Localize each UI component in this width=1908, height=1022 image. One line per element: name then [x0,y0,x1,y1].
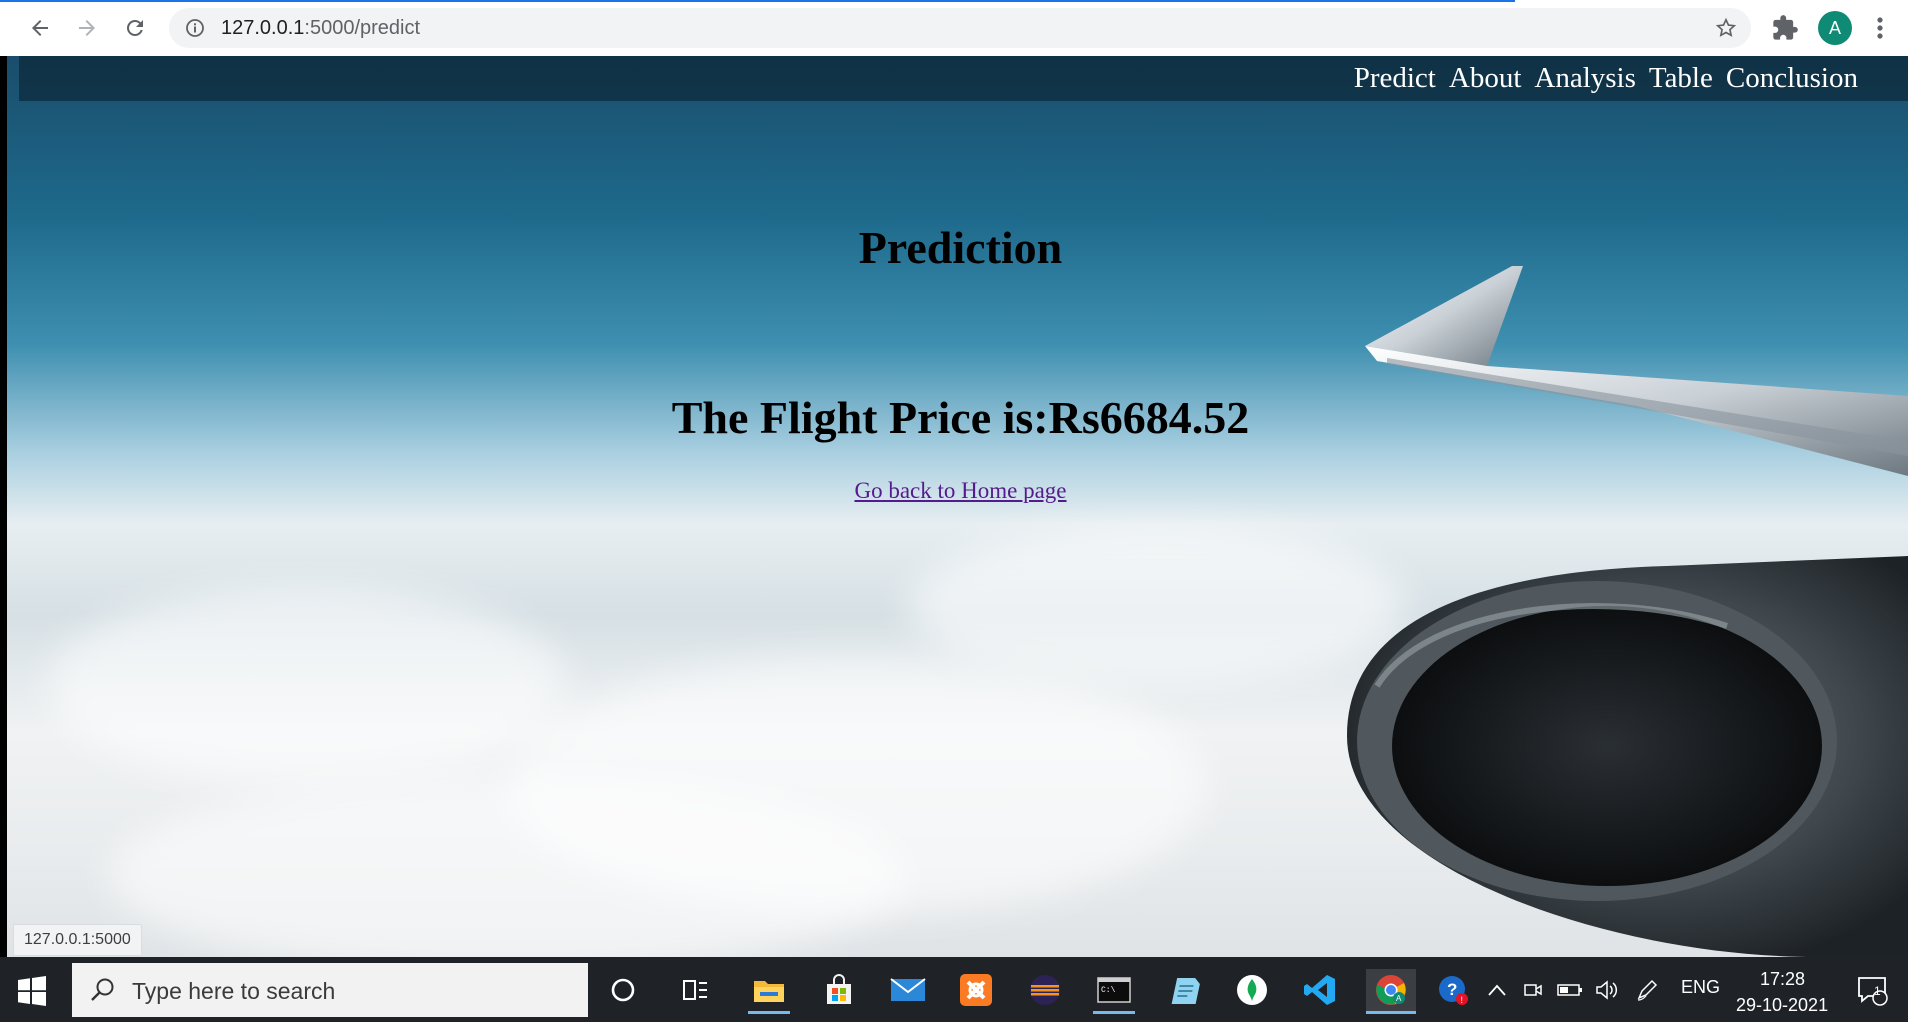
clock-time[interactable]: 17:28 [1760,969,1805,990]
svg-text:?: ? [1447,980,1457,999]
predicted-price: The Flight Price is:Rs6684.52 [671,392,1250,443]
page-load-progress [0,0,1515,2]
url-host: 127.0.0.1 [221,17,305,39]
chrome-icon[interactable]: A [1366,969,1416,1014]
windows-start-icon[interactable] [16,975,48,1007]
nav-link-conclusion[interactable]: Conclusion [1726,62,1858,95]
page-viewport: Predict About Analysis Table Conclusion … [7,56,1908,957]
store-icon[interactable] [818,969,860,1011]
language-indicator[interactable]: ENG [1681,977,1720,998]
eclipse-icon[interactable] [1024,969,1066,1011]
meet-now-icon[interactable] [1520,969,1546,1011]
xampp-icon[interactable] [955,969,997,1011]
cloud-decoration [47,586,567,786]
svg-text:A: A [1396,994,1402,1003]
svg-text:C:\: C:\ [1101,986,1116,995]
nav-link-table[interactable]: Table [1649,62,1713,95]
file-explorer-icon[interactable] [748,969,790,1014]
aircraft-wing-image [1347,266,1908,957]
profile-avatar[interactable]: A [1818,11,1852,45]
info-icon[interactable] [185,18,205,38]
url-text[interactable]: 127.0.0.1:5000/predict [221,17,420,40]
arrow-left-icon [32,20,48,36]
nav-link-about[interactable]: About [1449,62,1522,95]
extensions-puzzle-icon[interactable] [1771,14,1799,42]
chevron-up-icon[interactable] [1483,969,1511,1011]
battery-icon[interactable] [1555,969,1585,1011]
nav-links: Predict About Analysis Table Conclusion [1354,62,1858,95]
home-link-container: Go back to Home page [7,478,1908,504]
forward-button[interactable] [69,10,105,46]
svg-text:!: ! [1461,995,1464,1005]
link-status-tooltip: 127.0.0.1:5000 [13,924,142,956]
task-view-icon[interactable] [674,969,716,1011]
top-navbar: Predict About Analysis Table Conclusion [19,56,1908,101]
cortana-icon[interactable] [602,969,644,1011]
notepad-icon[interactable] [1162,969,1204,1011]
notification-count: 1 [1874,984,1881,998]
more-vertical-icon[interactable] [1870,14,1890,42]
page-title: Prediction [858,222,1063,273]
taskbar-search-box[interactable]: Type here to search [72,963,588,1017]
search-icon [91,978,114,1001]
back-button[interactable] [22,10,58,46]
clock-date[interactable]: 29-10-2021 [1736,995,1828,1016]
back-home-link[interactable]: Go back to Home page [854,478,1066,503]
bookmark-star-icon[interactable] [1715,17,1737,39]
address-bar[interactable]: 127.0.0.1:5000/predict [169,8,1751,48]
mail-icon[interactable] [887,969,929,1011]
mongodb-icon[interactable] [1231,969,1273,1011]
notifications-icon[interactable]: 1 [1852,969,1892,1011]
windows-taskbar: Type here to search C:\ A ?! ENG 17:28 2… [0,957,1908,1022]
volume-icon[interactable] [1592,969,1622,1011]
nav-link-analysis[interactable]: Analysis [1534,62,1636,95]
help-icon[interactable]: ?! [1435,969,1471,1011]
reload-icon [126,19,143,36]
reload-button[interactable] [117,10,153,46]
url-path: :5000/predict [304,17,421,39]
vscode-icon[interactable] [1299,969,1341,1011]
terminal-icon[interactable]: C:\ [1093,969,1135,1014]
arrow-right-icon [79,20,95,36]
pen-icon[interactable] [1632,969,1662,1011]
search-placeholder: Type here to search [132,978,336,1004]
browser-toolbar: 127.0.0.1:5000/predict A [0,0,1908,56]
nav-link-predict[interactable]: Predict [1354,62,1436,95]
